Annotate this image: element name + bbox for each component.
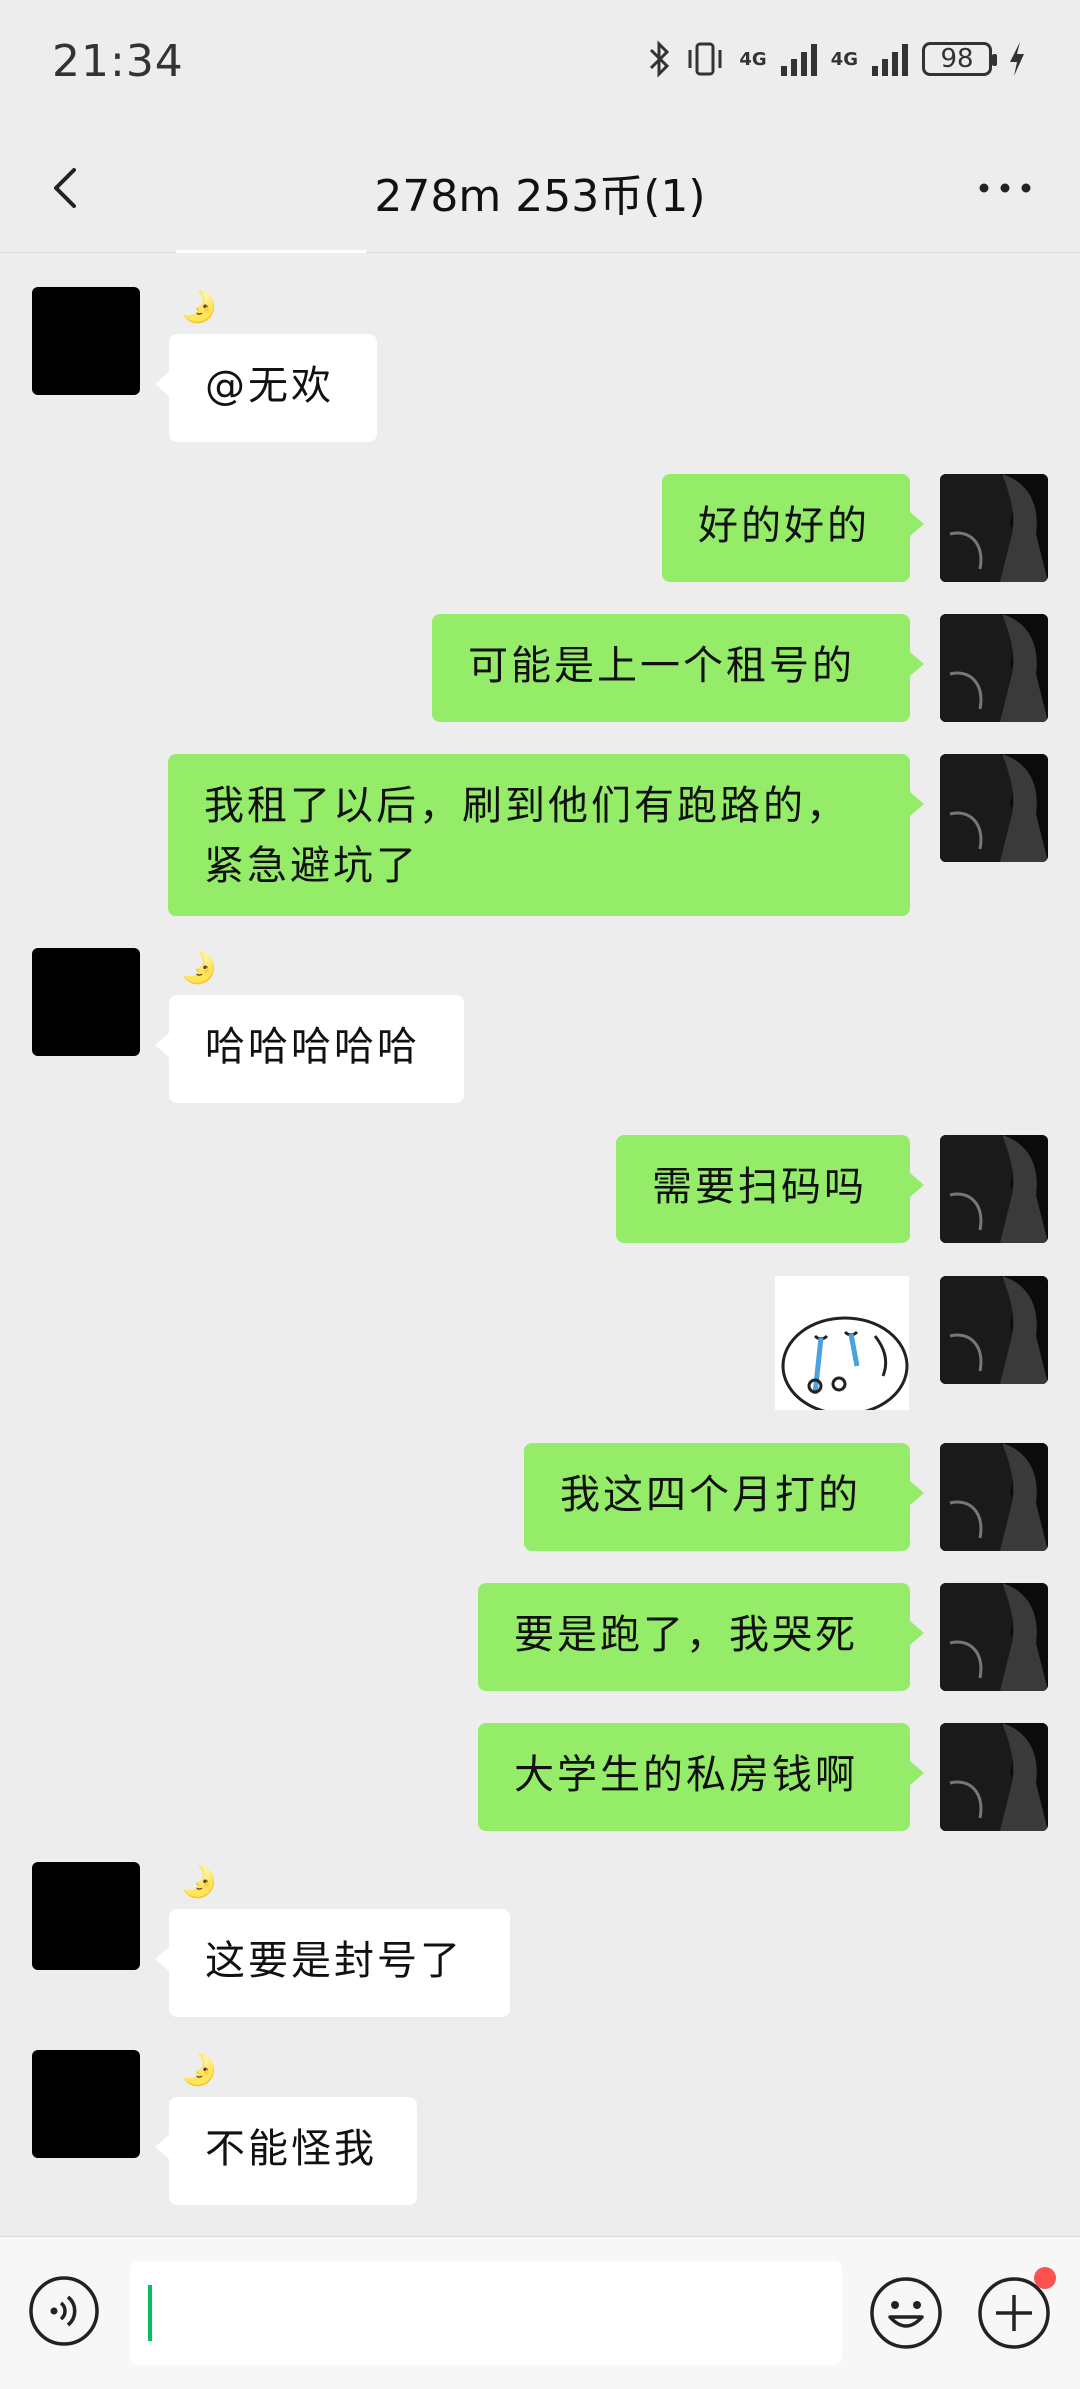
message-text: 我租了以后，刷到他们有跑路的，紧急避坑了 xyxy=(204,783,849,889)
avatar[interactable] xyxy=(32,2050,140,2158)
message-text: 需要扫码吗 xyxy=(652,1164,867,1210)
chat-header: 278m 253币(1) xyxy=(0,128,1080,253)
message-bubble-left[interactable]: 这要是封号了 xyxy=(155,1909,510,2017)
bluetooth-icon xyxy=(650,40,670,78)
signal-1-icon xyxy=(780,42,817,76)
message-text: 这要是封号了 xyxy=(205,1938,463,1984)
avatar[interactable] xyxy=(940,1583,1048,1691)
message-text: 可能是上一个租号的 xyxy=(468,643,855,689)
sender-nickname-badge: 🌛 xyxy=(180,951,218,986)
message-text: 要是跑了，我哭死 xyxy=(514,1612,858,1658)
signal-2-icon xyxy=(872,42,908,76)
header-divider-highlight xyxy=(176,250,366,253)
message-bubble-left[interactable]: 不能怪我 xyxy=(155,2097,417,2205)
voice-icon[interactable] xyxy=(28,2275,100,2347)
vibrate-icon xyxy=(688,42,722,76)
message-bubble-right[interactable]: 要是跑了，我哭死 xyxy=(478,1583,924,1691)
avatar[interactable] xyxy=(940,474,1048,582)
message-text: 我这四个月打的 xyxy=(560,1472,861,1518)
text-cursor xyxy=(148,2285,152,2341)
charging-icon xyxy=(1010,42,1024,76)
avatar[interactable] xyxy=(32,1862,140,1970)
message-text: 好的好的 xyxy=(698,503,870,549)
message-bubble-right[interactable]: 需要扫码吗 xyxy=(616,1135,924,1243)
sticker-image[interactable] xyxy=(775,1276,909,1410)
message-text: 大学生的私房钱啊 xyxy=(514,1752,858,1798)
chat-title: 278m 253币(1) xyxy=(374,171,706,222)
notification-dot xyxy=(1034,2267,1056,2289)
avatar[interactable] xyxy=(32,287,140,395)
sender-nickname-badge: 🌛 xyxy=(180,290,218,325)
battery-indicator: 98 xyxy=(922,42,997,76)
status-icons: 4G 4G 98 xyxy=(647,40,1028,78)
more-icon[interactable] xyxy=(970,158,1040,218)
message-bubble-right[interactable]: 可能是上一个租号的 xyxy=(432,614,924,722)
emoji-icon[interactable] xyxy=(868,2275,944,2351)
sender-nickname-badge: 🌛 xyxy=(180,2053,218,2088)
message-text: @无欢 xyxy=(205,363,334,409)
message-input[interactable] xyxy=(130,2261,842,2365)
input-bar xyxy=(0,2236,1080,2389)
status-time: 21:34 xyxy=(52,36,184,87)
sender-nickname-badge: 🌛 xyxy=(180,1865,218,1900)
network-type-1: 4G xyxy=(739,48,767,70)
avatar[interactable] xyxy=(940,754,1048,862)
network-type-2: 4G xyxy=(830,48,858,70)
message-text: 不能怪我 xyxy=(205,2126,377,2172)
message-bubble-left[interactable]: 哈哈哈哈哈 xyxy=(155,995,464,1103)
message-bubble-right[interactable]: 好的好的 xyxy=(662,474,924,582)
avatar[interactable] xyxy=(940,1276,1048,1384)
avatar[interactable] xyxy=(940,1723,1048,1831)
battery-level: 98 xyxy=(940,44,974,74)
message-bubble-right[interactable]: 我这四个月打的 xyxy=(524,1443,924,1551)
avatar[interactable] xyxy=(940,614,1048,722)
avatar[interactable] xyxy=(32,948,140,1056)
message-bubble-right[interactable]: 我租了以后，刷到他们有跑路的，紧急避坑了 xyxy=(168,754,924,916)
message-bubble-left[interactable]: @无欢 xyxy=(155,334,377,442)
message-bubble-right[interactable]: 大学生的私房钱啊 xyxy=(478,1723,924,1831)
status-bar: 21:34 4G 4G 98 xyxy=(0,0,1080,128)
avatar[interactable] xyxy=(940,1135,1048,1243)
avatar[interactable] xyxy=(940,1443,1048,1551)
message-text: 哈哈哈哈哈 xyxy=(205,1024,420,1070)
